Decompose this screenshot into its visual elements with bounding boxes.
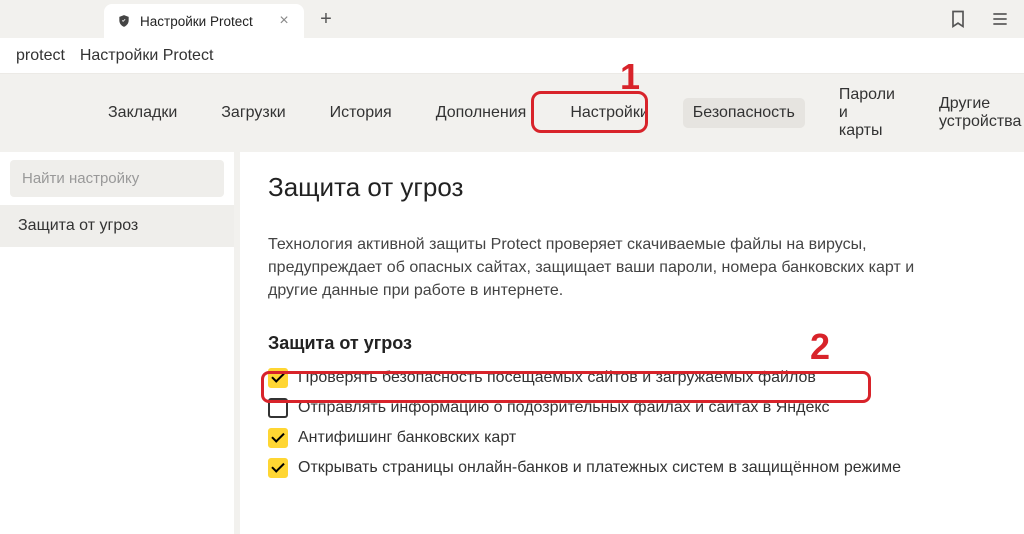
description: Технология активной защиты Protect прове…: [268, 233, 948, 303]
option-check-sites[interactable]: Проверять безопасность посещаемых сайтов…: [268, 368, 996, 388]
checkbox-icon[interactable]: [268, 368, 288, 388]
checkbox-icon[interactable]: [268, 428, 288, 448]
checkbox-icon[interactable]: [268, 458, 288, 478]
checkbox-icon[interactable]: [268, 398, 288, 418]
new-tab-button[interactable]: +: [312, 5, 340, 33]
tab-bar: Настройки Protect × +: [0, 0, 1024, 38]
browser-tab[interactable]: Настройки Protect ×: [104, 4, 304, 38]
nav-history[interactable]: История: [320, 98, 402, 128]
breadcrumb-seg-1: protect: [16, 47, 65, 65]
menu-icon[interactable]: [988, 7, 1012, 31]
option-label: Проверять безопасность посещаемых сайтов…: [298, 369, 816, 387]
settings-nav: Закладки Загрузки История Дополнения Нас…: [0, 74, 1024, 152]
nav-passwords[interactable]: Пароли и карты: [829, 80, 905, 146]
close-icon[interactable]: ×: [276, 13, 292, 29]
option-label: Антифишинг банковских карт: [298, 429, 516, 447]
page-title: Защита от угроз: [268, 172, 996, 203]
content-pane: Защита от угроз Технология активной защи…: [240, 152, 1024, 534]
address-bar[interactable]: protect Настройки Protect: [0, 38, 1024, 74]
shield-icon: [116, 13, 132, 29]
option-antiphishing[interactable]: Антифишинг банковских карт: [268, 428, 996, 448]
breadcrumb-seg-2: Настройки Protect: [80, 47, 214, 65]
bookmark-icon[interactable]: [946, 7, 970, 31]
option-protected-mode[interactable]: Открывать страницы онлайн-банков и плате…: [268, 458, 996, 478]
nav-security[interactable]: Безопасность: [683, 98, 805, 128]
nav-downloads[interactable]: Загрузки: [211, 98, 295, 128]
nav-devices[interactable]: Другие устройства: [929, 89, 1024, 137]
tab-title: Настройки Protect: [140, 14, 268, 29]
nav-addons[interactable]: Дополнения: [426, 98, 537, 128]
tabbar-right: [946, 0, 1012, 38]
option-label: Отправлять информацию о подозрительных ф…: [298, 399, 830, 417]
nav-bookmarks[interactable]: Закладки: [98, 98, 187, 128]
option-label: Открывать страницы онлайн-банков и плате…: [298, 459, 901, 477]
option-send-info[interactable]: Отправлять информацию о подозрительных ф…: [268, 398, 996, 418]
sidebar: Найти настройку Защита от угроз: [0, 152, 236, 534]
sidebar-item-threat-protection[interactable]: Защита от угроз: [0, 205, 234, 247]
nav-settings[interactable]: Настройки: [560, 98, 658, 128]
section-title: Защита от угроз: [268, 333, 996, 354]
search-input[interactable]: Найти настройку: [10, 160, 224, 197]
main-area: Найти настройку Защита от угроз Защита о…: [0, 152, 1024, 534]
